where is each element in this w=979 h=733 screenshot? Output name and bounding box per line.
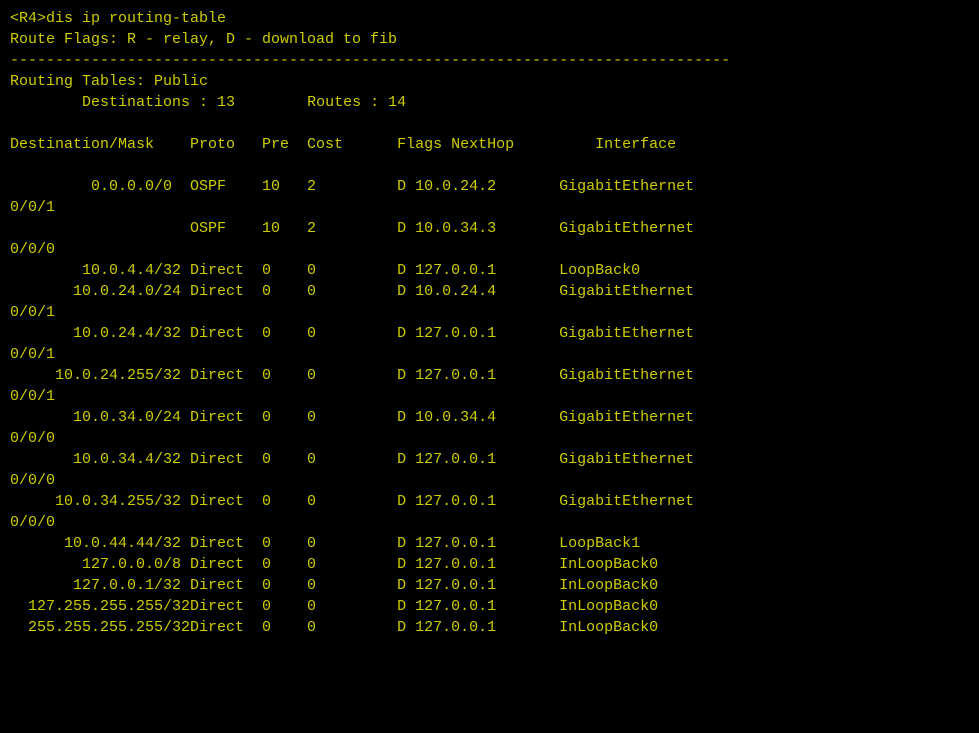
table-row: 10.0.34.4/32 Direct 0 0 D 127.0.0.1 Giga… <box>10 449 969 470</box>
prompt-line: <R4>dis ip routing-table <box>10 8 969 29</box>
table-row-continuation: 0/0/1 <box>10 197 969 218</box>
table-row: 10.0.44.44/32 Direct 0 0 D 127.0.0.1 Loo… <box>10 533 969 554</box>
table-row: 127.0.0.0/8 Direct 0 0 D 127.0.0.1 InLoo… <box>10 554 969 575</box>
route-flags-line: Route Flags: R - relay, D - download to … <box>10 29 969 50</box>
table-row: 10.0.34.255/32 Direct 0 0 D 127.0.0.1 Gi… <box>10 491 969 512</box>
table-row-continuation: 0/0/0 <box>10 239 969 260</box>
table-row-continuation: 0/0/1 <box>10 344 969 365</box>
table-row: 10.0.24.255/32 Direct 0 0 D 127.0.0.1 Gi… <box>10 365 969 386</box>
table-row: 127.255.255.255/32Direct 0 0 D 127.0.0.1… <box>10 596 969 617</box>
table-row: 255.255.255.255/32Direct 0 0 D 127.0.0.1… <box>10 617 969 638</box>
table-row-continuation: 0/0/1 <box>10 302 969 323</box>
table-row: 10.0.24.0/24 Direct 0 0 D 10.0.24.4 Giga… <box>10 281 969 302</box>
table-row: OSPF 10 2 D 10.0.34.3 GigabitEthernet <box>10 218 969 239</box>
destinations-label: Destinations : 13 <box>10 94 235 111</box>
table-row: 10.0.34.0/24 Direct 0 0 D 10.0.34.4 Giga… <box>10 407 969 428</box>
routing-tables-label: Routing Tables: Public <box>10 71 969 92</box>
table-row-continuation: 0/0/0 <box>10 470 969 491</box>
table-row-continuation: 0/0/0 <box>10 428 969 449</box>
routes-label: Routes : 14 <box>307 94 406 111</box>
table-row: 0.0.0.0/0 OSPF 10 2 D 10.0.24.2 GigabitE… <box>10 176 969 197</box>
separator-line: ----------------------------------------… <box>10 50 969 71</box>
table-row-continuation: 0/0/0 <box>10 512 969 533</box>
table-row: 10.0.4.4/32 Direct 0 0 D 127.0.0.1 LoopB… <box>10 260 969 281</box>
table-row: 127.0.0.1/32 Direct 0 0 D 127.0.0.1 InLo… <box>10 575 969 596</box>
column-header: Destination/Mask Proto Pre Cost Flags Ne… <box>10 134 969 155</box>
table-row: 10.0.24.4/32 Direct 0 0 D 127.0.0.1 Giga… <box>10 323 969 344</box>
destinations-routes-line: Destinations : 13 Routes : 14 <box>10 92 969 113</box>
routing-table: 0.0.0.0/0 OSPF 10 2 D 10.0.24.2 GigabitE… <box>10 176 969 638</box>
table-row-continuation: 0/0/1 <box>10 386 969 407</box>
terminal-window: <R4>dis ip routing-table Route Flags: R … <box>10 8 969 176</box>
